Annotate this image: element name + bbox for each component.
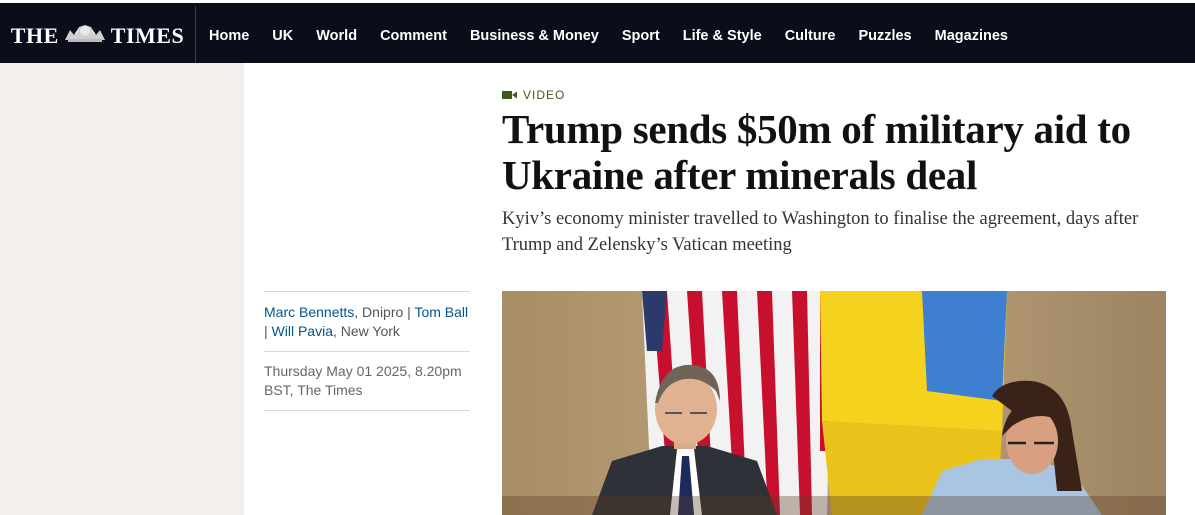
author-link-will-pavia[interactable]: Will Pavia [272,323,333,339]
nav-item-home[interactable]: Home [209,28,249,44]
nav-item-uk[interactable]: UK [272,28,293,44]
logo-wordmark: THE TIMES [11,22,184,50]
nav-item-business-money[interactable]: Business & Money [470,28,599,44]
times-crest-icon [62,22,108,50]
byline: Marc Bennetts, Dnipro | Tom Ball | Will P… [264,292,470,352]
author-location: , New York [333,323,400,339]
byline-separator: | [264,323,272,339]
nav-item-culture[interactable]: Culture [785,28,836,44]
site-logo[interactable]: THE TIMES [0,6,196,66]
article-type-label: VIDEO [502,88,565,102]
article-headline: Trump sends $50m of military aid to Ukra… [502,106,1131,198]
video-camera-icon [502,91,517,99]
nav-item-life-style[interactable]: Life & Style [683,28,762,44]
nav-item-world[interactable]: World [316,28,357,44]
nav-item-puzzles[interactable]: Puzzles [858,28,911,44]
logo-word-times: TIMES [110,23,185,48]
nav-item-magazines[interactable]: Magazines [935,28,1008,44]
nav-item-comment[interactable]: Comment [380,28,447,44]
author-link-tom-ball[interactable]: Tom Ball [414,304,468,320]
publish-dateline: Thursday May 01 2025, 8.20pm BST, The Ti… [264,352,470,411]
author-link-marc-bennetts[interactable]: Marc Bennetts [264,304,354,320]
top-navigation-bar: THE TIMES Home UK World Comment Business… [0,0,1195,66]
nav-item-sport[interactable]: Sport [622,28,660,44]
author-location: , Dnipro [354,304,404,320]
logo-word-the: THE [10,23,59,48]
left-side-panel [0,63,244,515]
main-navigation: Home UK World Comment Business & Money S… [209,6,1031,66]
article-meta: Marc Bennetts, Dnipro | Tom Ball | Will P… [264,291,470,411]
byline-separator: | [403,304,415,320]
hero-photo-illustration [502,291,1166,515]
article-hero-video[interactable] [502,291,1166,515]
article-standfirst: Kyiv’s economy minister travelled to Was… [502,209,1139,255]
label-text: VIDEO [523,88,566,102]
